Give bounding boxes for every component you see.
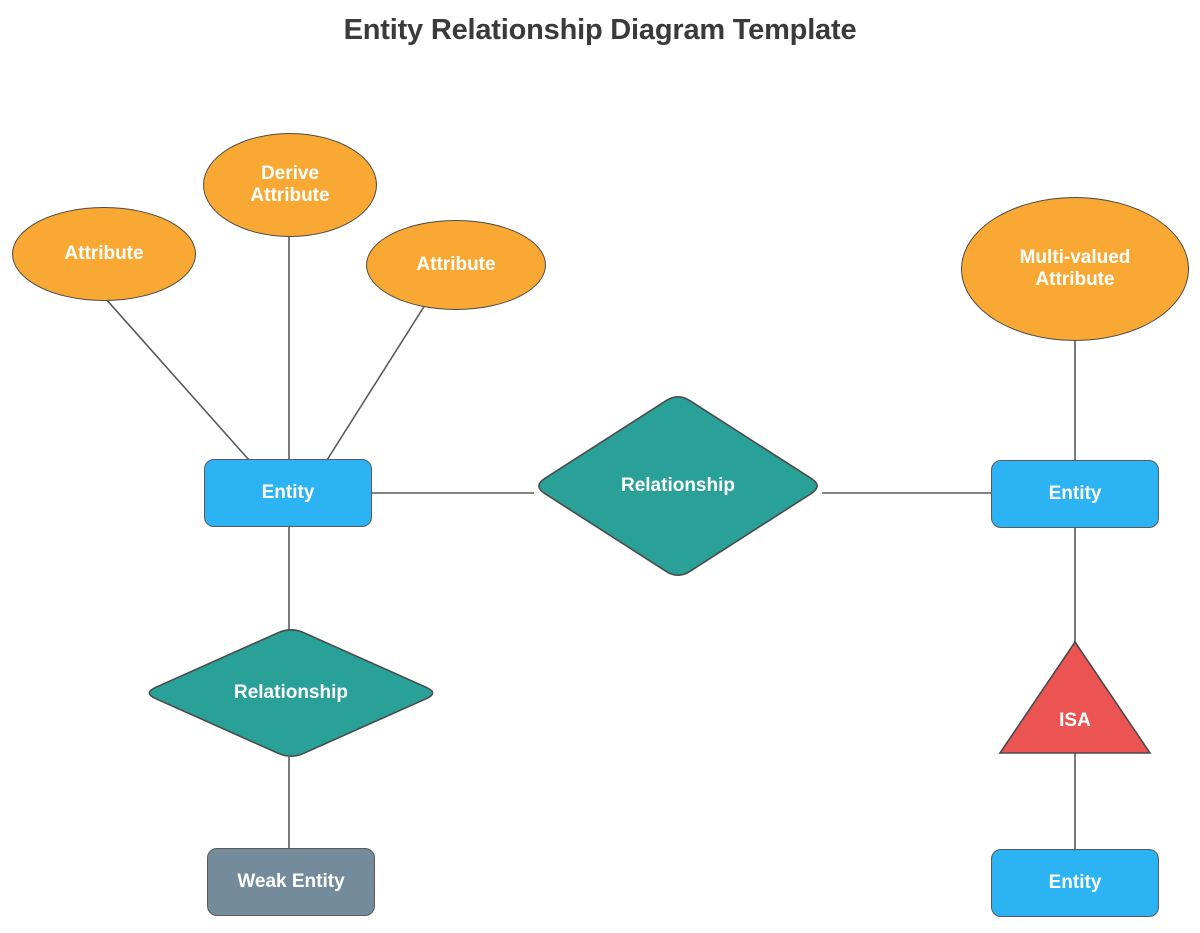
node-relationship[interactable]: Relationship: [143, 627, 439, 759]
node-derived-attribute[interactable]: Derive Attribute: [203, 133, 377, 237]
node-label: Entity: [261, 481, 315, 503]
node-entity[interactable]: Entity: [204, 459, 372, 527]
node-relationship[interactable]: Relationship: [533, 393, 823, 579]
triangle-shape: [998, 640, 1152, 754]
connector-line: [104, 297, 250, 461]
node-label: Entity: [1048, 482, 1102, 504]
node-label: Entity: [1048, 871, 1102, 893]
node-label: Attribute: [64, 242, 144, 264]
node-multi-valued-attribute[interactable]: Multi-valued Attribute: [961, 197, 1189, 341]
node-isa-specialization[interactable]: ISA: [998, 640, 1152, 754]
node-attribute[interactable]: Attribute: [366, 220, 546, 310]
connector-line: [326, 304, 426, 461]
er-diagram-canvas: Entity Relationship Diagram Template Att…: [0, 0, 1200, 933]
node-attribute[interactable]: Attribute: [12, 207, 196, 301]
node-weak-entity[interactable]: Weak Entity: [207, 848, 375, 916]
diamond-shape: [148, 629, 434, 757]
node-entity[interactable]: Entity: [991, 849, 1159, 917]
diamond-shape: [538, 395, 818, 577]
node-entity[interactable]: Entity: [991, 460, 1159, 528]
node-label: Derive Attribute: [250, 162, 330, 206]
node-label: Multi-valued Attribute: [1019, 246, 1131, 290]
node-label: Weak Entity: [237, 870, 345, 892]
node-label: Attribute: [416, 253, 496, 275]
